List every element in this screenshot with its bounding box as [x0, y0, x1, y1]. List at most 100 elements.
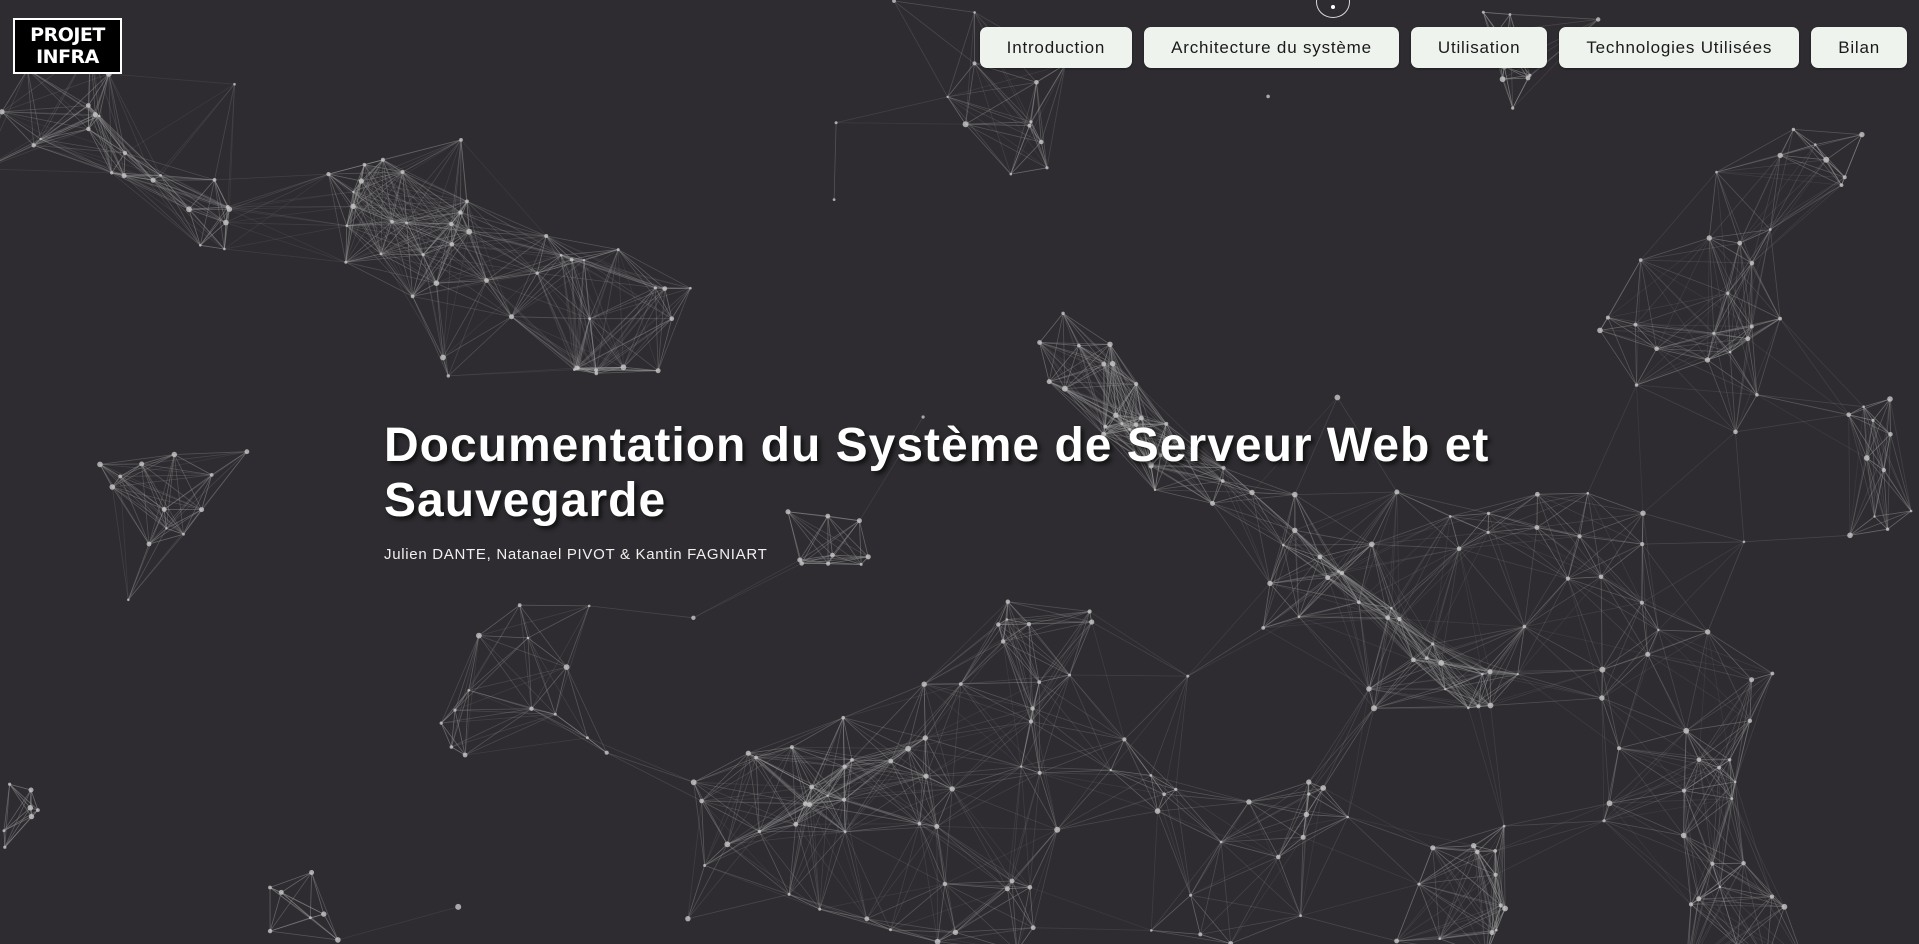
site-logo[interactable]: PROJET INFRA: [13, 18, 122, 74]
network-node: [1300, 834, 1306, 840]
network-line: [1220, 841, 1232, 944]
network-line: [1298, 556, 1321, 617]
network-line: [693, 563, 802, 619]
network-node: [1565, 576, 1570, 581]
network-line: [1110, 675, 1189, 771]
network-line: [1640, 259, 1728, 294]
network-node: [267, 928, 273, 934]
network-node: [802, 801, 808, 807]
network-line: [844, 831, 891, 930]
nav-technologies-button[interactable]: Technologies Utilisées: [1559, 27, 1800, 68]
network-node: [699, 798, 704, 804]
network-line: [1418, 883, 1441, 939]
network-line: [1150, 811, 1158, 931]
network-node: [335, 937, 341, 943]
network-node: [1411, 657, 1416, 663]
nav-bilan-button[interactable]: Bilan: [1811, 27, 1907, 68]
network-line: [127, 543, 150, 600]
network-line: [1248, 801, 1279, 858]
network-line: [1277, 856, 1301, 916]
network-node: [1346, 815, 1349, 819]
network-node: [691, 615, 696, 620]
network-node: [1037, 770, 1042, 775]
network-node: [842, 797, 847, 802]
network-node: [1726, 291, 1730, 295]
network-node: [352, 190, 355, 194]
network-node: [1122, 737, 1127, 742]
network-line: [1069, 674, 1112, 771]
network-node: [1586, 491, 1590, 495]
network-line: [1151, 930, 1231, 944]
network-line: [1038, 681, 1112, 771]
network-node: [1640, 542, 1645, 547]
network-line: [30, 789, 32, 817]
network-node: [1356, 600, 1361, 605]
network-line: [111, 486, 129, 600]
network-line: [924, 737, 953, 790]
network-line: [311, 872, 325, 915]
nav-architecture-button[interactable]: Architecture du système: [1144, 27, 1399, 68]
network-node: [841, 715, 845, 720]
network-node: [1266, 94, 1270, 99]
network-line: [1609, 802, 1684, 836]
network-line: [583, 259, 691, 289]
network-line: [1716, 155, 1781, 173]
network-node: [1198, 932, 1203, 937]
network-node: [923, 773, 929, 779]
network-node: [1062, 385, 1068, 392]
network-line: [1007, 888, 1034, 928]
network-line: [845, 826, 937, 833]
authors-subtitle: Julien DANTE, Natanael PIVOT & Kantin FA…: [384, 546, 768, 563]
network-line: [1635, 324, 1637, 386]
network-line: [936, 826, 938, 942]
network-line: [1712, 862, 1744, 865]
network-node: [85, 103, 91, 108]
network-line: [1151, 894, 1191, 931]
network-line: [1784, 906, 1799, 944]
network-line: [1187, 627, 1264, 677]
network-node: [1715, 170, 1718, 174]
nav-utilisation-button[interactable]: Utilisation: [1410, 27, 1548, 68]
network-line: [1032, 611, 1090, 709]
network-node: [379, 252, 383, 256]
network-node: [1749, 324, 1754, 329]
network-node: [905, 745, 911, 752]
network-line: [566, 605, 590, 668]
network-node: [1634, 383, 1639, 387]
network-node: [449, 221, 454, 227]
network-node: [1712, 331, 1716, 335]
network-node: [1745, 336, 1751, 342]
network-line: [554, 605, 590, 715]
network-line: [1735, 338, 1749, 432]
network-line: [974, 63, 1012, 175]
network-node: [888, 758, 894, 764]
network-line: [478, 635, 529, 639]
network-node: [1528, 73, 1532, 77]
network-line: [1030, 721, 1041, 773]
network-line: [1587, 384, 1637, 494]
network-line: [1716, 171, 1753, 264]
network-node: [1502, 824, 1506, 828]
network-line: [1445, 688, 1469, 709]
network-line: [727, 831, 846, 845]
network-line: [141, 454, 175, 465]
network-node: [921, 681, 927, 687]
network-node: [843, 830, 847, 834]
network-line: [748, 752, 828, 797]
network-node: [199, 507, 205, 513]
network-node: [146, 541, 152, 547]
nav-introduction-button[interactable]: Introduction: [979, 27, 1133, 68]
network-node: [1769, 894, 1775, 899]
network-node: [1425, 656, 1429, 660]
network-node: [616, 248, 620, 252]
network-node: [139, 461, 145, 467]
network-line: [587, 737, 694, 783]
network-line: [519, 604, 567, 668]
network-line: [346, 225, 382, 255]
network-node: [1005, 618, 1009, 621]
network-line: [1322, 787, 1349, 818]
network-node: [1862, 405, 1865, 409]
network-node: [1596, 17, 1601, 22]
network-line: [755, 757, 797, 825]
network-node: [1839, 183, 1844, 188]
